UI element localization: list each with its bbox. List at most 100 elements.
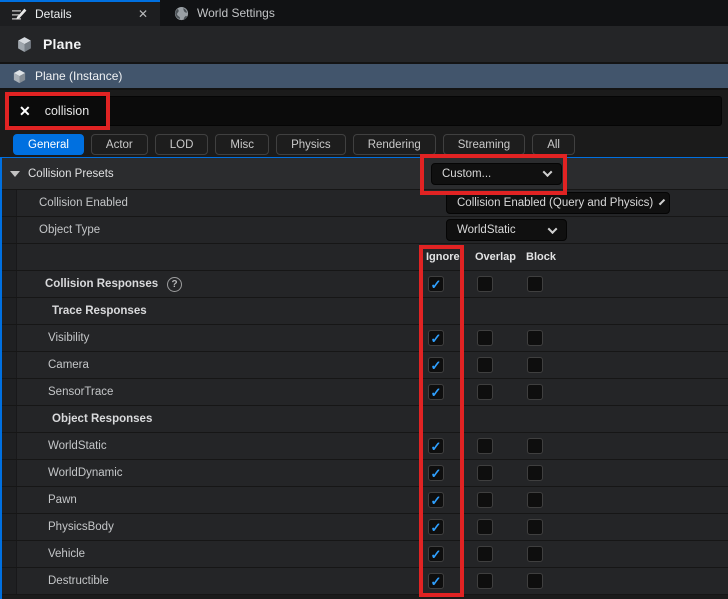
overlap-checkbox[interactable] bbox=[477, 465, 493, 481]
collision-enabled-value: Collision Enabled (Query and Physics) bbox=[457, 197, 653, 209]
row-vehicle: Vehicle ✓ bbox=[2, 541, 728, 568]
property-label: PhysicsBody bbox=[17, 521, 114, 533]
ignore-checkbox[interactable]: ✓ bbox=[428, 465, 444, 481]
chevron-down-icon bbox=[659, 198, 665, 204]
overlap-checkbox[interactable] bbox=[477, 384, 493, 400]
filter-button-rendering[interactable]: Rendering bbox=[353, 134, 436, 155]
ignore-checkbox[interactable]: ✓ bbox=[428, 573, 444, 589]
row-sensortrace: SensorTrace ✓ bbox=[2, 379, 728, 406]
property-label: Object Type bbox=[17, 224, 100, 236]
property-label: Collision Responses bbox=[17, 278, 158, 290]
block-checkbox[interactable] bbox=[527, 519, 543, 535]
expander-arrow-icon[interactable] bbox=[10, 171, 20, 177]
overlap-checkbox[interactable] bbox=[477, 546, 493, 562]
row-gutter bbox=[2, 244, 17, 270]
overlap-checkbox[interactable] bbox=[477, 519, 493, 535]
category-collision-presets[interactable]: Collision Presets Custom... bbox=[2, 158, 728, 190]
clear-search-icon[interactable]: ✕ bbox=[19, 103, 31, 120]
row-gutter bbox=[2, 271, 17, 297]
collision-presets-value: Custom... bbox=[442, 168, 491, 180]
row-pawn: Pawn ✓ bbox=[2, 487, 728, 514]
search-band: ✕ collision bbox=[0, 90, 728, 132]
property-label: WorldDynamic bbox=[17, 467, 123, 479]
tab-details-label: Details bbox=[35, 7, 72, 21]
row-gutter bbox=[2, 217, 17, 243]
ignore-checkbox[interactable]: ✓ bbox=[428, 438, 444, 454]
row-worlddynamic: WorldDynamic ✓ bbox=[2, 460, 728, 487]
filter-bar: General Actor LOD Misc Physics Rendering… bbox=[0, 132, 728, 157]
column-header-block: Block bbox=[526, 244, 556, 270]
block-checkbox[interactable] bbox=[527, 573, 543, 589]
globe-icon bbox=[174, 6, 189, 21]
overlap-checkbox[interactable] bbox=[477, 438, 493, 454]
tab-details[interactable]: Details ✕ bbox=[0, 0, 160, 26]
collision-presets-dropdown[interactable]: Custom... bbox=[431, 163, 562, 185]
chevron-down-icon bbox=[543, 167, 553, 177]
row-gutter bbox=[2, 460, 17, 486]
row-gutter bbox=[2, 541, 17, 567]
row-camera: Camera ✓ bbox=[2, 352, 728, 379]
row-gutter bbox=[2, 325, 17, 351]
close-tab-icon[interactable]: ✕ bbox=[122, 7, 148, 21]
page-title: Plane bbox=[43, 36, 81, 52]
block-checkbox[interactable] bbox=[527, 330, 543, 346]
search-text: collision bbox=[45, 104, 89, 118]
block-checkbox[interactable] bbox=[527, 465, 543, 481]
overlap-checkbox[interactable] bbox=[477, 330, 493, 346]
details-icon bbox=[12, 7, 27, 22]
block-checkbox[interactable] bbox=[527, 438, 543, 454]
help-icon[interactable]: ? bbox=[167, 277, 182, 292]
static-mesh-icon bbox=[16, 36, 33, 53]
overlap-checkbox[interactable] bbox=[477, 573, 493, 589]
ignore-checkbox[interactable]: ✓ bbox=[428, 492, 444, 508]
category-label: Collision Presets bbox=[28, 168, 114, 180]
filter-button-general[interactable]: General bbox=[13, 134, 84, 155]
row-gutter bbox=[2, 298, 17, 324]
filter-button-actor[interactable]: Actor bbox=[91, 134, 148, 155]
ignore-checkbox[interactable]: ✓ bbox=[428, 519, 444, 535]
chevron-down-icon bbox=[548, 224, 558, 234]
filter-button-physics[interactable]: Physics bbox=[276, 134, 346, 155]
object-type-value: WorldStatic bbox=[457, 224, 516, 236]
property-label: Pawn bbox=[17, 494, 77, 506]
row-gutter bbox=[2, 379, 17, 405]
ignore-checkbox[interactable]: ✓ bbox=[428, 357, 444, 373]
filter-button-streaming[interactable]: Streaming bbox=[443, 134, 525, 155]
row-collision-enabled: Collision Enabled Collision Enabled (Que… bbox=[2, 190, 728, 217]
details-panel: Details ✕ World Settings Plane Plane (In… bbox=[0, 0, 728, 599]
row-gutter bbox=[2, 406, 17, 432]
column-header-ignore: Ignore bbox=[426, 244, 460, 270]
filter-button-all[interactable]: All bbox=[532, 134, 575, 155]
overlap-checkbox[interactable] bbox=[477, 357, 493, 373]
subheader-label: Trace Responses bbox=[17, 305, 147, 317]
block-checkbox[interactable] bbox=[527, 384, 543, 400]
ignore-checkbox[interactable]: ✓ bbox=[428, 330, 444, 346]
filter-button-misc[interactable]: Misc bbox=[215, 134, 269, 155]
ignore-checkbox[interactable]: ✓ bbox=[428, 384, 444, 400]
object-type-dropdown[interactable]: WorldStatic bbox=[446, 219, 567, 241]
row-visibility: Visibility ✓ bbox=[2, 325, 728, 352]
property-label: Visibility bbox=[17, 332, 89, 344]
block-checkbox[interactable] bbox=[527, 276, 543, 292]
ignore-checkbox[interactable]: ✓ bbox=[428, 546, 444, 562]
static-mesh-instance-icon bbox=[12, 69, 27, 84]
block-checkbox[interactable] bbox=[527, 546, 543, 562]
property-label: Destructible bbox=[17, 575, 109, 587]
property-grid: Collision Presets Custom... Collision En… bbox=[0, 157, 728, 599]
row-destructible: Destructible ✓ bbox=[2, 568, 728, 595]
collision-enabled-dropdown[interactable]: Collision Enabled (Query and Physics) bbox=[446, 192, 670, 214]
property-label: Camera bbox=[17, 359, 89, 371]
filter-button-lod[interactable]: LOD bbox=[155, 134, 209, 155]
block-checkbox[interactable] bbox=[527, 357, 543, 373]
tab-world-settings[interactable]: World Settings bbox=[160, 0, 287, 26]
ignore-checkbox[interactable]: ✓ bbox=[428, 276, 444, 292]
overlap-checkbox[interactable] bbox=[477, 276, 493, 292]
instance-row[interactable]: Plane (Instance) bbox=[0, 62, 728, 90]
column-header-overlap: Overlap bbox=[475, 244, 516, 270]
block-checkbox[interactable] bbox=[527, 492, 543, 508]
instance-row-label: Plane (Instance) bbox=[35, 69, 122, 83]
overlap-checkbox[interactable] bbox=[477, 492, 493, 508]
row-object-type: Object Type WorldStatic bbox=[2, 217, 728, 244]
search-input[interactable]: ✕ collision bbox=[8, 96, 722, 126]
row-gutter bbox=[2, 433, 17, 459]
